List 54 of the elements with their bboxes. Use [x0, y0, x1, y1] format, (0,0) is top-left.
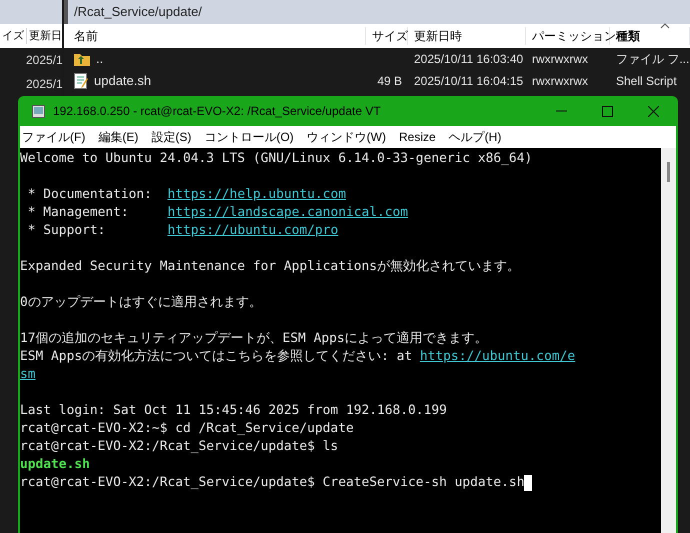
table-cell-text: 2025/1	[26, 52, 63, 69]
table-cell: rwxrwxrwx	[532, 52, 588, 66]
menu-item[interactable]: Resize	[398, 128, 436, 146]
terminal-line: Expanded Security Maintenance for Applicationsが無効化されています。	[20, 258, 520, 276]
terminal-line: ESM Appsの有効化方法についてはこちらを参照してください: at	[20, 348, 414, 366]
menu-item[interactable]: 設定(S)	[151, 128, 192, 146]
parent-folder-icon	[74, 52, 90, 66]
table-cell: ファイル フ...	[616, 52, 690, 66]
terminal-line: * Support:	[26, 222, 106, 240]
minimize-icon	[556, 110, 566, 112]
url-link[interactable]: https://landscape.canonical.com	[167, 204, 408, 222]
table-cell: 49 B	[377, 74, 402, 88]
script-file-icon	[74, 73, 88, 89]
column-header[interactable]: パーミッション	[532, 29, 616, 43]
executable-file-name: update.sh	[20, 456, 90, 474]
terminal-app-icon	[32, 104, 45, 118]
menu-item[interactable]: コントロール(O)	[204, 128, 294, 146]
file-name: update.sh	[94, 72, 152, 90]
terminal-line: 17個の追加のセキュリティアップデートが、ESM Appsによって適用できます。	[20, 330, 488, 348]
terminal-line: * Management:	[26, 204, 130, 222]
column-header[interactable]: イズ	[0, 28, 26, 44]
file-row[interactable]: .. 2025/10/11 16:03:40 rwxrwxrwx ファイル フ...	[64, 48, 690, 70]
url-link[interactable]: https://help.ubuntu.com	[167, 186, 346, 204]
pane-header-bar	[0, 0, 62, 24]
file-row[interactable]: update.sh 49 B 2025/10/11 16:04:15 rwxrwxrwx Shell Script	[64, 70, 690, 92]
terminal-line: rcat@rcat-EVO-X2:/Rcat_Service/update$ CreateService-sh update.sh	[20, 474, 524, 492]
url-link[interactable]: https://ubuntu.com/e	[420, 348, 576, 366]
terminal-line: * Documentation:	[26, 186, 153, 204]
terminal-line: rcat@rcat-EVO-X2:~$ cd /Rcat_Service/update	[20, 420, 354, 438]
column-header[interactable]: 名前	[74, 29, 98, 43]
url-link[interactable]: https://ubuntu.com/pro	[167, 222, 338, 240]
url-link[interactable]: sm	[20, 366, 36, 384]
scrollbar[interactable]	[661, 148, 676, 533]
table-cell: 2025/10/11 16:04:15	[414, 74, 524, 88]
terminal-line: 0のアップデートはすぐに適用されます。	[20, 294, 262, 312]
file-name: ..	[96, 50, 104, 68]
column-header[interactable]: 更新日時	[414, 29, 462, 43]
column-header[interactable]: 種類	[616, 29, 640, 43]
terminal-line: rcat@rcat-EVO-X2:/Rcat_Service/update$ ls	[20, 438, 338, 456]
terminal-line: Last login: Sat Oct 11 15:45:46 2025 from 192.168.0.199	[20, 402, 447, 420]
terminal-line: Welcome to Ubuntu 24.04.3 LTS (GNU/Linux 6.14.0-33-generic x86_64)	[20, 150, 532, 168]
window-title: 192.168.0.250 - rcat@rcat-EVO-X2: /Rcat_Service/update VT	[53, 103, 381, 120]
menu-item[interactable]: 編集(E)	[98, 128, 138, 146]
menu-item[interactable]: ウィンドウ(W)	[306, 128, 386, 146]
close-icon	[648, 106, 658, 116]
table-cell: 2025/10/11 16:03:40	[414, 52, 524, 66]
table-cell: rwxrwxrwx	[532, 74, 588, 88]
maximize-icon	[602, 106, 612, 116]
table-cell-text: 2025/1	[26, 76, 63, 93]
path-bar: /Rcat_Service/update/	[64, 0, 690, 24]
table-cell: Shell Script	[616, 74, 677, 88]
menu-item[interactable]: ファイル(F)	[22, 128, 86, 146]
menu-item[interactable]: ヘルプ(H)	[448, 128, 502, 146]
column-header[interactable]: サイズ	[372, 29, 408, 43]
